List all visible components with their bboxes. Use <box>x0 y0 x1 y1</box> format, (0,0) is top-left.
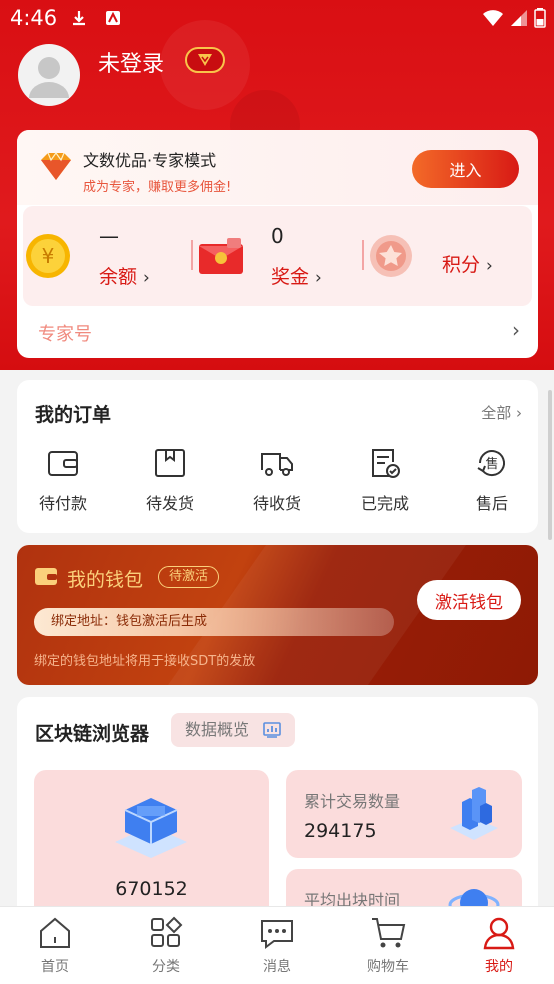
expert-title: 文数优品·专家模式 <box>83 151 217 170</box>
tab-label: 消息 <box>263 959 291 975</box>
balance-value: — <box>99 224 119 248</box>
all-orders-link[interactable]: 全部 › <box>481 402 522 423</box>
blockchain-title: 区块链浏览器 <box>35 723 150 745</box>
avatar[interactable] <box>18 44 80 106</box>
battery-icon <box>534 8 546 28</box>
order-label: 待付款 <box>38 494 87 513</box>
order-label: 售后 <box>475 494 508 513</box>
default-avatar-icon <box>29 57 69 98</box>
wallet-status-badge: 待激活 <box>158 566 220 588</box>
bonus-value: 0 <box>271 224 284 248</box>
my-orders-card: 我的订单 全部 › 待付款 待发货 待收货 已完成 售 售后 <box>17 380 538 533</box>
expert-mode-banner[interactable]: 文数优品·专家模式 成为专家，赚取更多佣金! 进入 <box>17 130 538 205</box>
vip-badge[interactable] <box>185 47 225 73</box>
notification-app-icon <box>106 11 120 25</box>
bottom-tab-bar: 首页 分类 消息 购物车 我的 <box>0 906 554 984</box>
account-card: 文数优品·专家模式 成为专家，赚取更多佣金! 进入 ¥ — 余额 › 0 奖金 › <box>17 130 538 358</box>
package-icon <box>155 449 185 477</box>
category-icon <box>151 916 183 947</box>
balance-item[interactable]: ¥ — 余额 › <box>23 206 188 306</box>
overview-label: 数据概览 <box>185 720 250 739</box>
order-label: 已完成 <box>360 494 409 513</box>
expert-number-row[interactable]: 专家号 › <box>17 310 538 354</box>
signal-icon <box>511 10 527 26</box>
enter-expert-button[interactable]: 进入 <box>412 150 519 188</box>
wifi-icon <box>483 10 503 26</box>
blockchain-explorer-card: 区块链浏览器 数据概览 670152 累计交易数量 294175 平均出块时间 <box>17 697 538 927</box>
status-bar: 4:46 <box>0 0 554 36</box>
svg-text:¥: ¥ <box>42 244 55 268</box>
scrollbar[interactable] <box>548 390 552 540</box>
tab-messages[interactable]: 消息 <box>237 915 317 976</box>
divider <box>191 240 193 270</box>
tab-category[interactable]: 分类 <box>126 915 206 976</box>
my-wallet-card: 我的钱包 待激活 绑定地址：钱包激活后生成 绑定的钱包地址将用于接收SDT的发放… <box>17 545 538 685</box>
profile-icon <box>483 917 515 950</box>
block-height-value: 670152 <box>115 878 188 900</box>
cart-icon <box>372 918 406 948</box>
block-cube-icon <box>115 798 187 858</box>
assets-row: ¥ — 余额 › 0 奖金 › 积分 › <box>23 206 532 306</box>
order-pending-receipt[interactable]: 待收货 <box>237 446 317 514</box>
wallet-icon <box>48 451 78 476</box>
tab-label: 我的 <box>485 959 513 975</box>
vip-diamond-icon <box>198 54 212 66</box>
tx-count-value: 294175 <box>304 820 377 842</box>
status-time: 4:46 <box>10 6 58 30</box>
expert-number-label: 专家号 <box>38 324 92 345</box>
order-after-sale[interactable]: 售 售后 <box>452 446 532 514</box>
order-pending-shipment[interactable]: 待发货 <box>130 446 210 514</box>
tab-home[interactable]: 首页 <box>15 915 95 976</box>
download-icon <box>73 11 85 26</box>
bonus-label: 奖金 › <box>271 266 322 288</box>
order-label: 待收货 <box>252 494 301 513</box>
diamond-icon <box>41 151 71 180</box>
svg-text:售: 售 <box>485 456 498 472</box>
tab-label: 首页 <box>41 959 69 975</box>
after-sale-icon: 售 <box>477 450 505 477</box>
tab-cart[interactable]: 购物车 <box>348 915 428 976</box>
wallet-title: 我的钱包 <box>67 569 144 591</box>
tx-count-tile[interactable]: 累计交易数量 294175 <box>286 770 522 858</box>
activate-wallet-button[interactable]: 激活钱包 <box>417 580 521 620</box>
chart-icon <box>263 722 281 738</box>
order-pending-payment[interactable]: 待付款 <box>23 446 103 514</box>
wallet-note: 绑定的钱包地址将用于接收SDT的发放 <box>34 654 256 669</box>
orders-title: 我的订单 <box>35 404 112 426</box>
points-star-icon <box>370 235 412 277</box>
username[interactable]: 未登录 <box>98 46 164 78</box>
data-overview-button[interactable]: 数据概览 <box>171 713 295 747</box>
completed-doc-icon <box>372 449 400 478</box>
bonus-item[interactable]: 0 奖金 › <box>195 206 365 306</box>
message-icon <box>261 920 293 949</box>
balance-label: 余额 › <box>99 266 150 288</box>
divider <box>362 240 364 270</box>
order-label: 待发货 <box>145 494 194 513</box>
tab-profile[interactable]: 我的 <box>459 915 539 976</box>
bar-cubes-icon <box>450 787 498 840</box>
wallet-address: 绑定地址：钱包激活后生成 <box>34 608 394 636</box>
coin-icon: ¥ <box>26 234 70 278</box>
home-icon <box>40 917 70 948</box>
tx-count-label: 累计交易数量 <box>304 792 401 811</box>
expert-subtitle: 成为专家，赚取更多佣金! <box>83 180 232 195</box>
chevron-right-icon: › <box>512 318 520 342</box>
block-height-tile[interactable]: 670152 <box>34 770 269 927</box>
wallet-icon <box>35 568 57 585</box>
tab-label: 购物车 <box>367 959 409 975</box>
tab-label: 分类 <box>152 959 180 975</box>
order-completed[interactable]: 已完成 <box>345 446 425 514</box>
red-envelope-icon <box>199 238 243 274</box>
points-label: 积分 › <box>442 254 493 276</box>
points-item[interactable]: 积分 › <box>366 206 532 306</box>
truck-icon <box>261 453 293 476</box>
